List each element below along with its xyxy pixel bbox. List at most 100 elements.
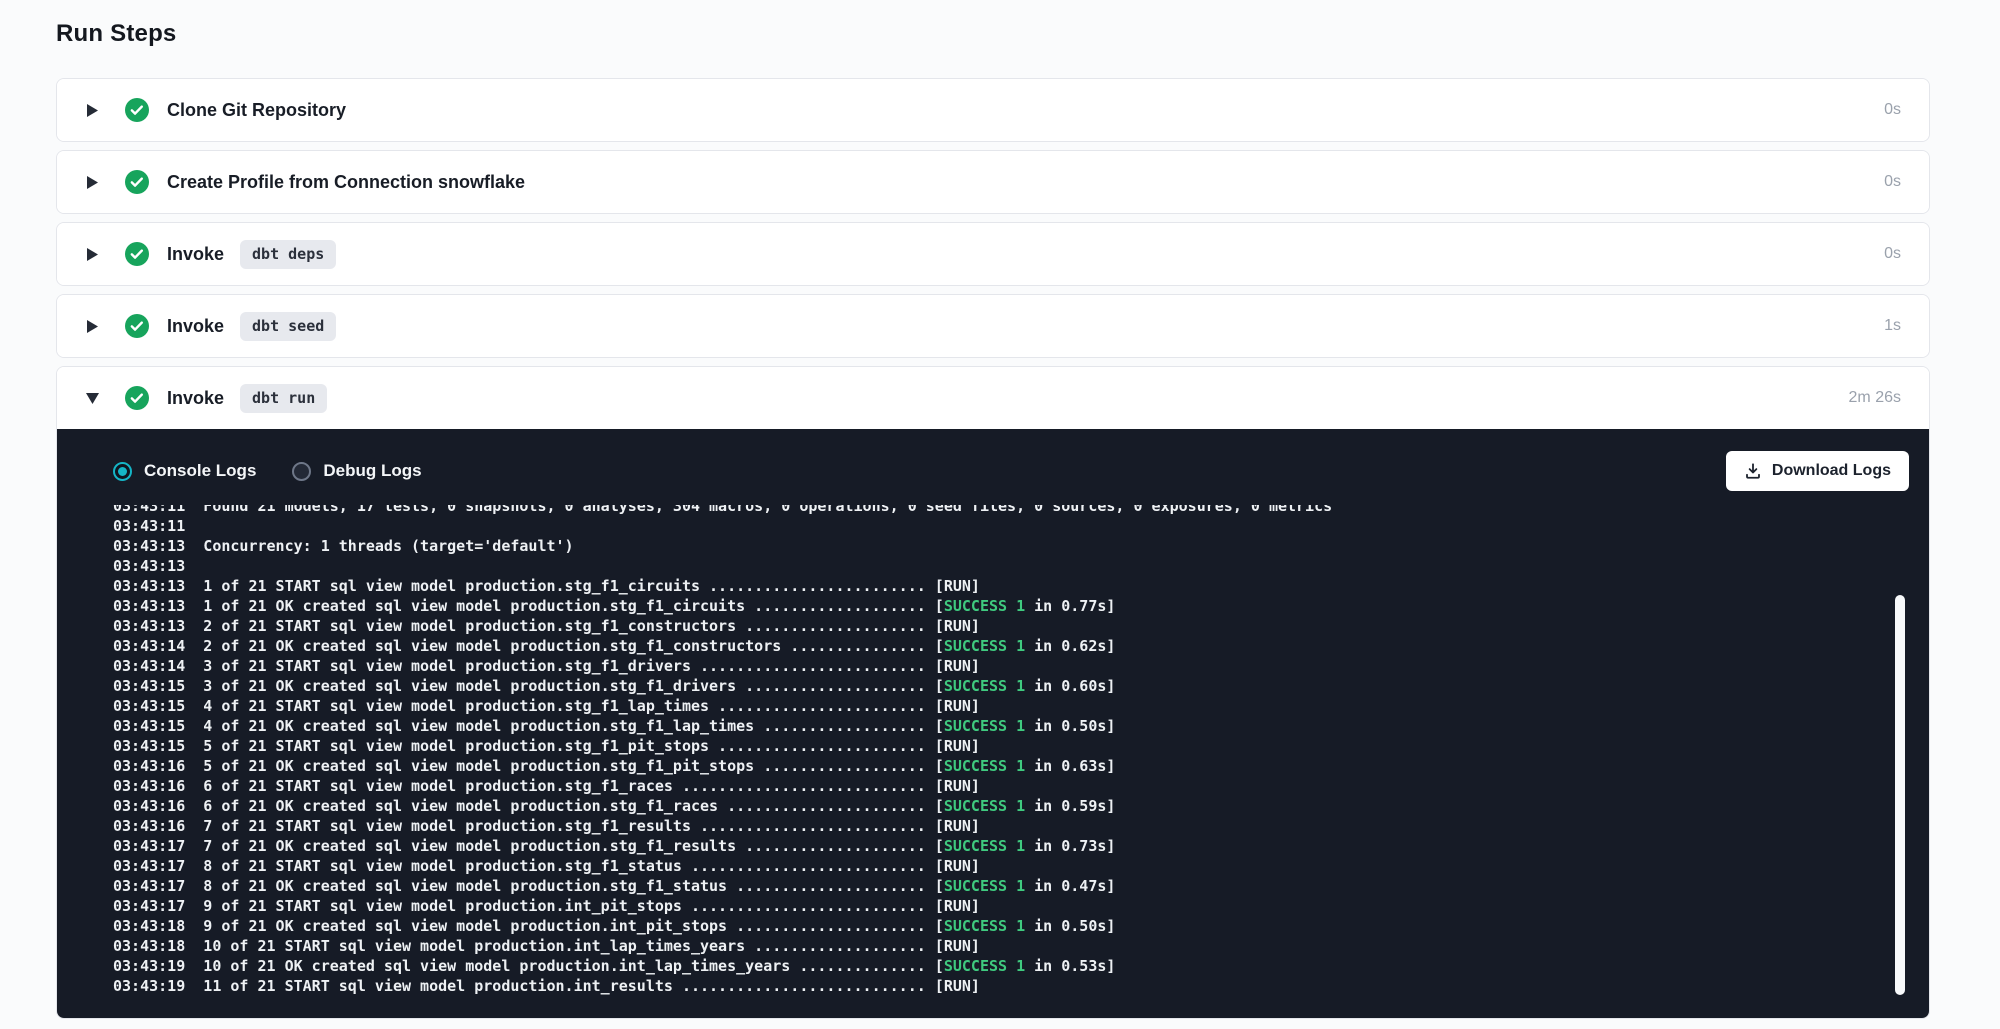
- log-tail: in 0.63s]: [1025, 757, 1115, 775]
- log-success-badge: SUCCESS 1: [944, 917, 1025, 935]
- log-line: 03:43:13: [113, 556, 1905, 576]
- log-line: 03:43:11 Found 21 models, 17 tests, 0 sn…: [113, 505, 1905, 516]
- log-text: 03:43:15 5 of 21 START sql view model pr…: [113, 737, 980, 755]
- log-line: 03:43:16 5 of 21 OK created sql view mod…: [113, 756, 1905, 776]
- console-log-body: 03:43:11 Found 21 models, 17 tests, 0 sn…: [113, 505, 1905, 996]
- download-logs-label: Download Logs: [1772, 462, 1891, 480]
- log-text: 03:43:16 6 of 21 START sql view model pr…: [113, 777, 980, 795]
- log-tail: in 0.53s]: [1025, 957, 1115, 975]
- run-step: Clone Git Repository 0s: [56, 78, 1930, 142]
- log-text: 03:43:15 3 of 21 OK created sql view mod…: [113, 677, 944, 695]
- step-duration: 1s: [1884, 317, 1901, 335]
- run-step: Create Profile from Connection snowflake…: [56, 150, 1930, 214]
- log-text: 03:43:13 Concurrency: 1 threads (target=…: [113, 537, 574, 555]
- download-logs-button[interactable]: Download Logs: [1726, 451, 1909, 491]
- run-steps-list: Clone Git Repository 0s Create Profile f…: [56, 78, 1930, 1019]
- log-text: 03:43:16 6 of 21 OK created sql view mod…: [113, 797, 944, 815]
- run-step: Invoke dbt deps 0s: [56, 222, 1930, 286]
- log-success-badge: SUCCESS 1: [944, 597, 1025, 615]
- log-tail: in 0.73s]: [1025, 837, 1115, 855]
- log-line: 03:43:15 4 of 21 START sql view model pr…: [113, 696, 1905, 716]
- log-success-badge: SUCCESS 1: [944, 757, 1025, 775]
- log-line: 03:43:17 8 of 21 OK created sql view mod…: [113, 876, 1905, 896]
- log-text: 03:43:11: [113, 517, 185, 535]
- log-line: 03:43:16 6 of 21 OK created sql view mod…: [113, 796, 1905, 816]
- log-line: 03:43:16 6 of 21 START sql view model pr…: [113, 776, 1905, 796]
- log-text: 03:43:17 8 of 21 OK created sql view mod…: [113, 877, 944, 895]
- run-step-header[interactable]: Invoke dbt run 2m 26s: [57, 367, 1929, 429]
- download-icon: [1744, 462, 1762, 480]
- log-text: 03:43:17 9 of 21 START sql view model pr…: [113, 897, 980, 915]
- log-line: 03:43:13 1 of 21 OK created sql view mod…: [113, 596, 1905, 616]
- run-step-header[interactable]: Create Profile from Connection snowflake…: [57, 151, 1929, 213]
- log-success-badge: SUCCESS 1: [944, 837, 1025, 855]
- step-label: Invoke: [167, 388, 224, 409]
- log-text: 03:43:19 11 of 21 START sql view model p…: [113, 977, 980, 995]
- expander-caret-icon[interactable]: [87, 392, 99, 405]
- log-tail: in 0.62s]: [1025, 637, 1115, 655]
- console-panel: Console Logs Debug Logs Download Logs 03…: [57, 429, 1929, 1018]
- log-text: 03:43:18 10 of 21 START sql view model p…: [113, 937, 980, 955]
- console-toolbar: Console Logs Debug Logs Download Logs: [57, 429, 1929, 505]
- log-success-badge: SUCCESS 1: [944, 717, 1025, 735]
- log-text: 03:43:16 5 of 21 OK created sql view mod…: [113, 757, 944, 775]
- log-tail: in 0.77s]: [1025, 597, 1115, 615]
- success-check-icon: [125, 98, 149, 122]
- log-line: 03:43:14 2 of 21 OK created sql view mod…: [113, 636, 1905, 656]
- log-line: 03:43:13 2 of 21 START sql view model pr…: [113, 616, 1905, 636]
- run-steps-page: Run Steps Clone Git Repository 0s: [0, 0, 2000, 1019]
- step-label: Clone Git Repository: [167, 100, 346, 121]
- console-log-area[interactable]: 03:43:11 Found 21 models, 17 tests, 0 sn…: [57, 505, 1929, 1018]
- log-line: 03:43:17 8 of 21 START sql view model pr…: [113, 856, 1905, 876]
- log-scrollbar-thumb[interactable]: [1895, 595, 1905, 995]
- debug-logs-radio[interactable]: Debug Logs: [292, 461, 421, 481]
- step-command-badge: dbt deps: [240, 240, 336, 269]
- step-duration: 0s: [1884, 245, 1901, 263]
- step-label: Create Profile from Connection snowflake: [167, 172, 525, 193]
- log-line: 03:43:16 7 of 21 START sql view model pr…: [113, 816, 1905, 836]
- debug-logs-label: Debug Logs: [323, 461, 421, 481]
- log-text: 03:43:18 9 of 21 OK created sql view mod…: [113, 917, 944, 935]
- success-check-icon: [125, 314, 149, 338]
- run-step-header[interactable]: Invoke dbt deps 0s: [57, 223, 1929, 285]
- step-label: Invoke: [167, 244, 224, 265]
- console-logs-radio[interactable]: Console Logs: [113, 461, 256, 481]
- log-text: 03:43:13 1 of 21 START sql view model pr…: [113, 577, 980, 595]
- step-label: Invoke: [167, 316, 224, 337]
- log-text: 03:43:13: [113, 557, 185, 575]
- expander-caret-icon[interactable]: [87, 248, 99, 261]
- expander-caret-icon[interactable]: [87, 320, 99, 333]
- log-line: 03:43:13 Concurrency: 1 threads (target=…: [113, 536, 1905, 556]
- log-text: 03:43:13 1 of 21 OK created sql view mod…: [113, 597, 944, 615]
- run-step-header[interactable]: Clone Git Repository 0s: [57, 79, 1929, 141]
- expander-caret-icon[interactable]: [87, 104, 99, 117]
- log-line: 03:43:18 9 of 21 OK created sql view mod…: [113, 916, 1905, 936]
- log-text: 03:43:11 Found 21 models, 17 tests, 0 sn…: [113, 505, 1332, 515]
- run-step: Invoke dbt run 2m 26s Console Logs Debug…: [56, 366, 1930, 1019]
- log-line: 03:43:15 5 of 21 START sql view model pr…: [113, 736, 1905, 756]
- log-success-badge: SUCCESS 1: [944, 797, 1025, 815]
- log-line: 03:43:17 9 of 21 START sql view model pr…: [113, 896, 1905, 916]
- log-line: 03:43:19 10 of 21 OK created sql view mo…: [113, 956, 1905, 976]
- expander-caret-icon[interactable]: [87, 176, 99, 189]
- log-success-badge: SUCCESS 1: [944, 957, 1025, 975]
- log-line: 03:43:18 10 of 21 START sql view model p…: [113, 936, 1905, 956]
- step-duration: 0s: [1884, 173, 1901, 191]
- log-line: 03:43:19 11 of 21 START sql view model p…: [113, 976, 1905, 996]
- step-command-badge: dbt seed: [240, 312, 336, 341]
- success-check-icon: [125, 386, 149, 410]
- radio-icon: [113, 462, 132, 481]
- log-text: 03:43:15 4 of 21 START sql view model pr…: [113, 697, 980, 715]
- success-check-icon: [125, 170, 149, 194]
- log-tail: in 0.60s]: [1025, 677, 1115, 695]
- step-duration: 2m 26s: [1849, 389, 1901, 407]
- log-tail: in 0.59s]: [1025, 797, 1115, 815]
- log-text: 03:43:17 8 of 21 START sql view model pr…: [113, 857, 980, 875]
- log-line: 03:43:15 4 of 21 OK created sql view mod…: [113, 716, 1905, 736]
- log-text: 03:43:14 2 of 21 OK created sql view mod…: [113, 637, 944, 655]
- radio-icon: [292, 462, 311, 481]
- run-step-header[interactable]: Invoke dbt seed 1s: [57, 295, 1929, 357]
- log-text: 03:43:16 7 of 21 START sql view model pr…: [113, 817, 980, 835]
- log-line: 03:43:14 3 of 21 START sql view model pr…: [113, 656, 1905, 676]
- step-command-badge: dbt run: [240, 384, 327, 413]
